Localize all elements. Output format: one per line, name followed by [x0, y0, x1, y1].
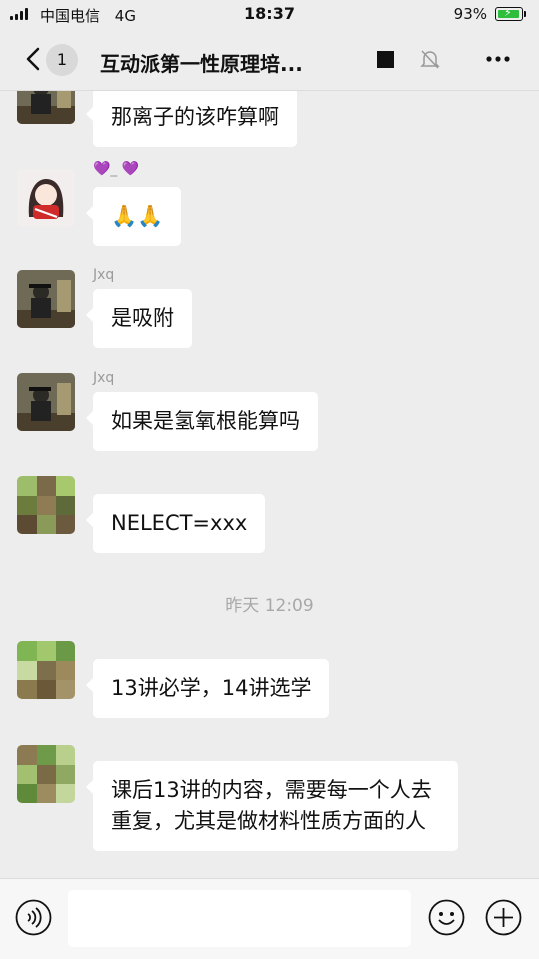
avatar-girl[interactable] — [17, 169, 75, 227]
message-text: NELECT=xxx — [111, 511, 248, 535]
message-bubble[interactable]: 那离子的该咋算啊 — [86, 91, 297, 147]
avatar-painting[interactable] — [17, 270, 75, 328]
chat-header: 互动派第一性原理培... — [0, 30, 539, 90]
message-input[interactable] — [68, 890, 411, 947]
message-bubble[interactable]: 是吸附 — [86, 289, 192, 348]
voice-icon[interactable] — [15, 899, 52, 936]
status-bar: 中国电信 4G 18:37 93% ⚡ — [0, 0, 539, 30]
message-text: 是吸附 — [111, 306, 174, 330]
message-bubble[interactable]: 13讲必学，14讲选学 — [85, 659, 330, 718]
avatar-pixelated[interactable] — [17, 476, 75, 534]
battery-percent: 93% — [453, 5, 487, 23]
input-bar — [0, 878, 539, 959]
battery-icon: ⚡ — [495, 6, 526, 21]
sender-name: Jxq — [93, 370, 115, 386]
sender-name: Jxq — [93, 267, 115, 283]
message-text: 那离子的该咋算啊 — [111, 105, 279, 129]
message-bubble[interactable]: 🙏🙏 — [85, 187, 182, 246]
message-bubble[interactable]: 课后13讲的内容，需要每一个人去重复，尤其是做材料性质方面的人 — [86, 761, 458, 851]
message-bubble[interactable]: NELECT=xxx — [85, 494, 266, 553]
message-text: 13讲必学，14讲选学 — [111, 676, 312, 700]
avatar-pixelated[interactable] — [17, 745, 75, 803]
stop-square-icon — [377, 51, 394, 68]
message-text: 课后13讲的内容，需要每一个人去重复，尤其是做材料性质方面的人 — [111, 778, 432, 833]
unread-badge[interactable]: 1 — [46, 44, 78, 76]
plus-icon[interactable] — [485, 899, 522, 936]
timestamp: 昨天 12:09 — [225, 596, 314, 616]
message-list[interactable]: 那离子的该咋算啊 💜_ 💜 🙏🙏 Jxq 是吸附 Jxq 如果是氢氧根能算吗 N… — [0, 91, 539, 878]
bell-muted-icon — [420, 50, 440, 69]
sender-name: 💜_ 💜 — [93, 161, 140, 177]
chat-title: 互动派第一性原理培... — [100, 52, 303, 76]
avatar-painting[interactable] — [17, 373, 75, 431]
avatar-pixelated[interactable] — [17, 641, 75, 699]
message-bubble[interactable]: 如果是氢氧根能算吗 — [86, 392, 318, 451]
emoji-icon[interactable] — [428, 899, 465, 936]
more-icon[interactable] — [483, 47, 513, 71]
message-text: 如果是氢氧根能算吗 — [111, 409, 300, 433]
message-text: 🙏🙏 — [111, 204, 164, 228]
avatar-painting[interactable] — [17, 91, 75, 124]
